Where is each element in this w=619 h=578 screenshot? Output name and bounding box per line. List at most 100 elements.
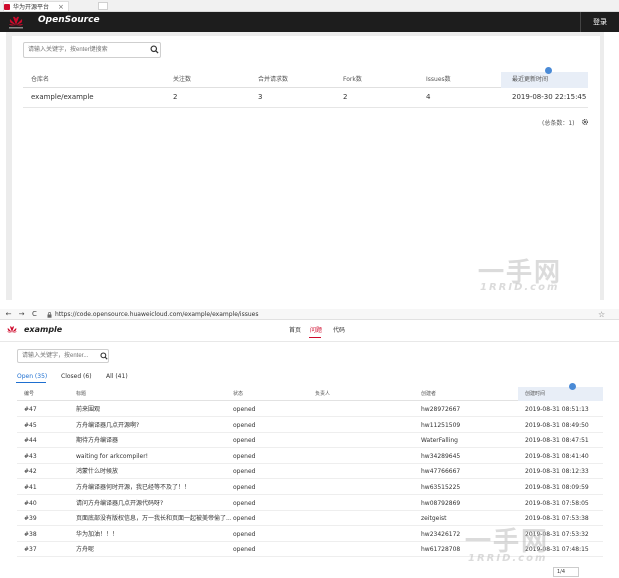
table-row[interactable]: #41 方舟编译器何时开源，我已经等不及了！！ opened hw63515225 20… (17, 480, 603, 495)
column-header-watchers: 关注数 (173, 76, 192, 83)
issue-status: opened (233, 515, 256, 523)
tab-open[interactable]: Open (35) (17, 373, 47, 380)
issue-title-link[interactable]: 鸿蒙什么时候放 (76, 464, 231, 479)
page-selector[interactable]: 1/4 (553, 567, 579, 577)
repo-table-header: 仓库名 关注数 合并请求数 Fork数 Issues数 最近更新时间 (23, 72, 588, 88)
sort-indicator-icon[interactable] (569, 383, 576, 390)
issue-author[interactable]: hw08792869 (421, 496, 501, 511)
issue-number: #47 (24, 406, 37, 413)
new-tab-button[interactable] (98, 2, 108, 10)
issue-title-link[interactable]: 前来围观 (76, 402, 231, 417)
huawei-logo-icon[interactable] (5, 323, 19, 337)
table-row[interactable]: #45 方舟编译器几点开源啊? opened hw11251509 2019-08-31… (17, 418, 603, 433)
brand-title[interactable]: OpenSource (38, 14, 100, 26)
issue-status: opened (233, 484, 256, 491)
repo-search-input[interactable] (23, 42, 161, 58)
column-header-issues: Issues数 (426, 76, 451, 83)
column-header-created[interactable]: 创建时间 (525, 387, 545, 401)
repo-watchers: 2 (173, 93, 178, 101)
login-button[interactable]: 登录 (580, 12, 619, 32)
issue-title-link[interactable]: 期待方舟编译器 (76, 433, 231, 448)
issue-created-time: 2019-08-31 08:12:33 (525, 468, 589, 476)
nav-issues[interactable]: 问题 (310, 325, 322, 334)
table-row[interactable]: #42 鸿蒙什么时候放 opened hw47766667 2019-08-31 08:… (17, 464, 603, 480)
issue-created-time: 2019-08-31 08:09:59 (525, 484, 589, 491)
issue-number: #39 (24, 515, 37, 523)
issue-table-header: 编号 标题 状态 负责人 创建者 创建时间 (17, 387, 603, 401)
issue-status: opened (233, 499, 256, 507)
repo-issues: 4 (426, 93, 431, 101)
issue-author[interactable]: hw11251509 (421, 418, 501, 433)
table-row[interactable]: #44 期待方舟编译器 opened WaterFalling 2019-08-31 0… (17, 433, 603, 449)
browser-tab[interactable]: 华为开源平台 × (3, 1, 69, 11)
issue-author[interactable]: hw34289645 (421, 449, 501, 464)
search-icon[interactable] (150, 45, 159, 54)
issue-created-time: 2019-08-31 08:51:13 (525, 406, 589, 413)
sort-indicator-icon[interactable] (545, 67, 552, 74)
repo-name-link[interactable]: example/example (31, 93, 94, 101)
project-name[interactable]: example (24, 325, 62, 334)
issue-status: opened (233, 546, 256, 554)
issue-number: #38 (24, 530, 37, 538)
issue-author[interactable]: hw28972667 (421, 402, 501, 417)
gear-icon[interactable] (581, 118, 589, 126)
bookmark-star-icon[interactable]: ☆ (598, 309, 605, 320)
nav-active-underline (309, 337, 321, 338)
table-row[interactable]: #43 waiting for arkcompiler! opened hw34289… (17, 449, 603, 464)
column-header-author: 创建者 (421, 391, 437, 397)
issue-number: #42 (24, 468, 37, 476)
repo-merge-requests: 3 (258, 93, 263, 101)
watermark-subtext: 1RRID.com (480, 282, 560, 293)
issue-title-link[interactable]: 请问方舟编译器几点开源代码呀? (76, 496, 231, 511)
issue-status: opened (233, 452, 256, 460)
table-row[interactable]: #47 前来围观 opened hw28972667 2019-08-31 08:51:… (17, 402, 603, 417)
column-header-number: 编号 (24, 391, 35, 397)
issue-number: #45 (24, 421, 37, 429)
search-icon[interactable] (100, 352, 108, 360)
nav-home[interactable]: 首页 (289, 325, 301, 334)
issue-title-link[interactable]: 页面底部没有版权信息，万一我长和页面一起被美帝偷了... (76, 511, 231, 526)
column-header-merge-requests: 合并请求数 (258, 76, 289, 83)
forward-icon[interactable]: → (17, 309, 26, 320)
issue-status: opened (233, 530, 256, 538)
issue-created-time: 2019-08-31 08:41:40 (525, 452, 589, 460)
issue-created-time: 2019-08-31 07:58:05 (525, 499, 589, 507)
issue-created-time: 2019-08-31 08:47:51 (525, 437, 589, 445)
column-header-title: 标题 (76, 391, 87, 397)
issue-status: opened (233, 437, 256, 445)
issue-title-link[interactable]: 华为加油！！！ (76, 527, 231, 542)
column-header-updated[interactable]: 最近更新时间 (512, 72, 548, 88)
reload-icon[interactable]: C (30, 309, 39, 320)
issue-number: #37 (24, 546, 37, 554)
issue-author[interactable]: hw63515225 (421, 480, 501, 495)
tab-close-icon[interactable]: × (58, 3, 64, 11)
issue-number: #40 (24, 499, 37, 507)
lock-icon (47, 311, 52, 318)
issue-title-link[interactable]: waiting for arkcompiler! (76, 449, 231, 464)
tab-all[interactable]: All (41) (106, 373, 128, 380)
issue-number: #41 (24, 484, 37, 491)
tab-closed[interactable]: Closed (6) (61, 373, 92, 380)
issue-author[interactable]: hw47766667 (421, 464, 501, 479)
issue-title-link[interactable]: 方舟编译器何时开源，我已经等不及了！！ (76, 480, 231, 495)
issue-search-input[interactable] (17, 349, 109, 363)
huawei-logo-icon[interactable] (6, 14, 26, 30)
repo-updated-time: 2019-08-30 22:15:45 (512, 93, 587, 101)
issue-created-time: 2019-08-31 08:49:50 (525, 421, 589, 429)
browser-tab-title: 华为开源平台 (13, 4, 50, 11)
table-row[interactable]: #40 请问方舟编译器几点开源代码呀? opened hw08792869 2019-0… (17, 496, 603, 511)
column-header-repo: 仓库名 (31, 76, 50, 83)
repo-forks: 2 (343, 93, 348, 101)
issue-author[interactable]: WaterFalling (421, 433, 501, 448)
url-field[interactable]: https://code.opensource.huaweicloud.com/… (47, 310, 487, 319)
nav-code[interactable]: 代码 (333, 325, 345, 334)
back-icon[interactable]: ← (4, 309, 13, 320)
issue-status: opened (233, 468, 256, 476)
issue-title-link[interactable]: 方舟呢 (76, 542, 231, 557)
issue-title-link[interactable]: 方舟编译器几点开源啊? (76, 418, 231, 433)
column-header-status: 状态 (233, 391, 244, 397)
watermark-subtext: 1RRID.com (468, 553, 548, 564)
row-divider (23, 107, 588, 108)
issue-status: opened (233, 406, 256, 413)
url-text: https://code.opensource.huaweicloud.com/… (55, 311, 259, 318)
